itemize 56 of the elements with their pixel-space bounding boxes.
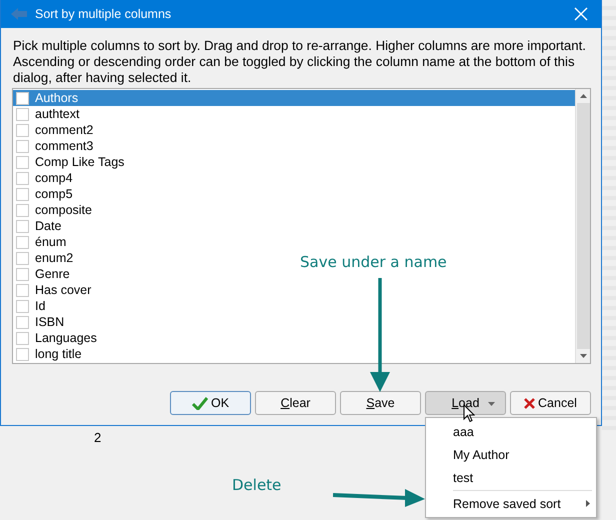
list-item[interactable]: comment3 bbox=[13, 138, 98, 154]
checkbox[interactable] bbox=[16, 236, 29, 248]
description-text: Pick multiple columns to sort by. Drag and drop to re-arrange. Higher columns are more important. Ascending or descending order can be toggled by clicking the column name at the bottom of this dialog, after having selected it. bbox=[13, 38, 587, 86]
list-item[interactable]: Comp Like Tags bbox=[13, 154, 128, 170]
scroll-down-icon[interactable] bbox=[580, 354, 586, 358]
annotation-text: Save under a name bbox=[300, 253, 447, 271]
checkbox[interactable] bbox=[16, 108, 29, 120]
scroll-thumb[interactable] bbox=[576, 103, 590, 349]
list-item[interactable]: comp4 bbox=[13, 170, 77, 186]
list-item[interactable]: ISBN bbox=[13, 314, 68, 330]
cancel-button[interactable]: Cancel bbox=[510, 391, 591, 415]
checkbox[interactable] bbox=[16, 220, 29, 232]
list-item[interactable]: enum2 bbox=[13, 250, 78, 266]
menu-item[interactable]: My Author bbox=[426, 443, 596, 466]
dialog-button[interactable]: Clear bbox=[255, 391, 336, 415]
checkbox[interactable] bbox=[16, 268, 29, 280]
list-item[interactable]: Languages bbox=[13, 330, 101, 346]
checkbox[interactable] bbox=[16, 252, 29, 264]
list-item[interactable]: composite bbox=[13, 202, 96, 218]
checkbox[interactable] bbox=[16, 300, 29, 312]
checkbox[interactable] bbox=[16, 188, 29, 200]
arrow-icon bbox=[11, 8, 27, 20]
menu-item[interactable]: test bbox=[426, 466, 596, 489]
annotation-text: Delete bbox=[232, 476, 282, 494]
list-item[interactable]: long title bbox=[13, 346, 86, 362]
ok-button[interactable]: OK bbox=[170, 391, 251, 415]
window-title: Sort by multiple columns bbox=[35, 7, 172, 21]
list-item[interactable]: Has cover bbox=[13, 282, 96, 298]
list-item[interactable]: Authors bbox=[13, 90, 575, 106]
menu-item[interactable]: aaa bbox=[426, 420, 596, 443]
scroll-up-icon[interactable] bbox=[580, 94, 586, 98]
list-item[interactable]: comment2 bbox=[13, 122, 98, 138]
checkbox[interactable] bbox=[16, 156, 29, 168]
list-item[interactable]: Date bbox=[13, 218, 66, 234]
list-item[interactable]: énum bbox=[13, 234, 70, 250]
checkbox[interactable] bbox=[16, 92, 29, 104]
checkbox[interactable] bbox=[16, 348, 29, 360]
dialog-button[interactable]: Save bbox=[340, 391, 421, 415]
checkbox[interactable] bbox=[16, 172, 29, 184]
caret-icon[interactable] bbox=[488, 402, 495, 406]
checkbox[interactable] bbox=[16, 140, 29, 152]
list-item[interactable]: authtext bbox=[13, 106, 84, 122]
checkbox[interactable] bbox=[16, 284, 29, 296]
scrollbar[interactable] bbox=[575, 89, 590, 363]
check-icon bbox=[192, 396, 208, 410]
checkbox[interactable] bbox=[16, 124, 29, 136]
dialog-button[interactable]: Load bbox=[425, 391, 506, 415]
list-item[interactable]: Genre bbox=[13, 266, 74, 282]
background-text: 2 bbox=[94, 430, 102, 445]
submenu-arrow-icon bbox=[586, 500, 590, 507]
list-item[interactable]: comp5 bbox=[13, 186, 77, 202]
checkbox[interactable] bbox=[16, 316, 29, 328]
list-item[interactable]: Id bbox=[13, 298, 50, 314]
checkbox[interactable] bbox=[16, 204, 29, 216]
checkbox[interactable] bbox=[16, 332, 29, 344]
menu-item[interactable]: Remove saved sort bbox=[426, 492, 596, 515]
